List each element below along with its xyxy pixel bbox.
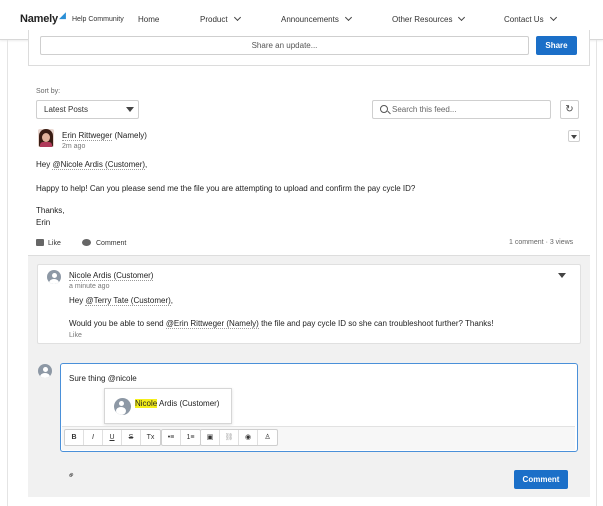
text-format-group: B I U S Tx xyxy=(64,429,161,446)
comment-timestamp: a minute ago xyxy=(69,283,110,290)
chevron-down-icon xyxy=(344,13,352,22)
comment-line-1: Hey @Terry Tate (Customer), xyxy=(69,296,174,306)
submit-comment-button[interactable]: Comment xyxy=(514,470,568,489)
link-icon[interactable]: ⛓ xyxy=(220,430,239,445)
comment-link[interactable]: Comment xyxy=(82,238,126,247)
numbered-list-button[interactable]: 1≡ xyxy=(181,430,200,445)
mention-person-icon[interactable]: ♙ xyxy=(258,430,277,445)
refresh-icon: ↻ xyxy=(565,104,574,115)
post-signature: Erin xyxy=(36,218,51,227)
clear-format-button[interactable]: Tx xyxy=(141,430,160,445)
sort-label: Sort by: xyxy=(36,88,61,95)
search-icon xyxy=(380,105,388,113)
share-update-input[interactable]: Share an update... xyxy=(40,36,529,55)
sort-value: Latest Posts xyxy=(44,105,89,114)
page-border-right xyxy=(596,40,597,506)
comment-bubble-icon xyxy=(82,239,91,246)
italic-button[interactable]: I xyxy=(84,430,103,445)
logo-subtitle: Help Community xyxy=(72,16,124,23)
nav-product[interactable]: Product xyxy=(200,13,241,24)
namely-logo[interactable]: Namely◢ xyxy=(20,10,66,25)
caret-down-icon xyxy=(126,107,134,112)
sort-select[interactable]: Latest Posts xyxy=(36,100,139,119)
strikethrough-button[interactable]: S xyxy=(122,430,141,445)
caret-down-icon xyxy=(571,134,577,139)
nav-home[interactable]: Home xyxy=(138,15,159,24)
underline-button[interactable]: U xyxy=(103,430,122,445)
image-icon[interactable]: ▣ xyxy=(201,430,220,445)
insert-group: ▣ ⛓ ◉ ♙ xyxy=(200,429,278,446)
feed-search-input[interactable]: Search this feed... xyxy=(372,100,551,119)
post-timestamp[interactable]: 2m ago xyxy=(62,143,85,150)
chevron-down-icon xyxy=(549,13,557,22)
reply-text[interactable]: Sure thing @nicole xyxy=(69,374,137,383)
chevron-down-icon xyxy=(458,13,466,22)
comment-line-2: Would you be able to send @Erin Rittwege… xyxy=(69,319,494,329)
post-options-button[interactable] xyxy=(568,130,580,142)
thumbs-up-icon xyxy=(36,239,44,246)
refresh-button[interactable]: ↻ xyxy=(560,100,579,119)
suggestion-avatar[interactable] xyxy=(114,398,131,415)
post-signoff: Thanks, xyxy=(36,206,65,215)
current-user-avatar xyxy=(38,364,52,378)
mention-suggestion-item[interactable]: Nicole Ardis (Customer) xyxy=(135,399,219,408)
share-button[interactable]: Share xyxy=(536,36,577,55)
like-button[interactable]: Like xyxy=(36,238,61,247)
post-stats: 1 comment · 3 views xyxy=(509,239,574,246)
nav-contact-us[interactable]: Contact Us xyxy=(504,13,557,24)
post-body: Happy to help! Can you please send me th… xyxy=(36,184,416,193)
comment-author[interactable]: Nicole Ardis (Customer) xyxy=(69,271,154,281)
nav-announcements[interactable]: Announcements xyxy=(281,13,352,24)
commenter-avatar[interactable] xyxy=(47,270,61,284)
comment-like-link[interactable]: Like xyxy=(69,332,82,339)
nav-other-resources[interactable]: Other Resources xyxy=(392,13,466,24)
bold-button[interactable]: B xyxy=(65,430,84,445)
bulleted-list-button[interactable]: •≡ xyxy=(162,430,181,445)
mention-link[interactable]: @Terry Tate (Customer) xyxy=(85,296,171,306)
author-avatar[interactable] xyxy=(38,129,54,147)
emoji-icon[interactable]: ◉ xyxy=(239,430,258,445)
comment-options-caret-icon[interactable] xyxy=(558,273,566,278)
chevron-down-icon xyxy=(233,13,241,22)
page-border-left xyxy=(7,40,8,506)
list-group: •≡ 1≡ xyxy=(161,429,201,446)
post-greeting: Hey @Nicole Ardis (Customer), xyxy=(36,160,148,170)
mention-link[interactable]: @Erin Rittweger (Namely) xyxy=(165,319,259,329)
post-author[interactable]: Erin Rittweger (Namely) xyxy=(62,131,147,141)
mention-link[interactable]: @Nicole Ardis (Customer) xyxy=(52,160,146,170)
search-placeholder: Search this feed... xyxy=(392,105,457,114)
